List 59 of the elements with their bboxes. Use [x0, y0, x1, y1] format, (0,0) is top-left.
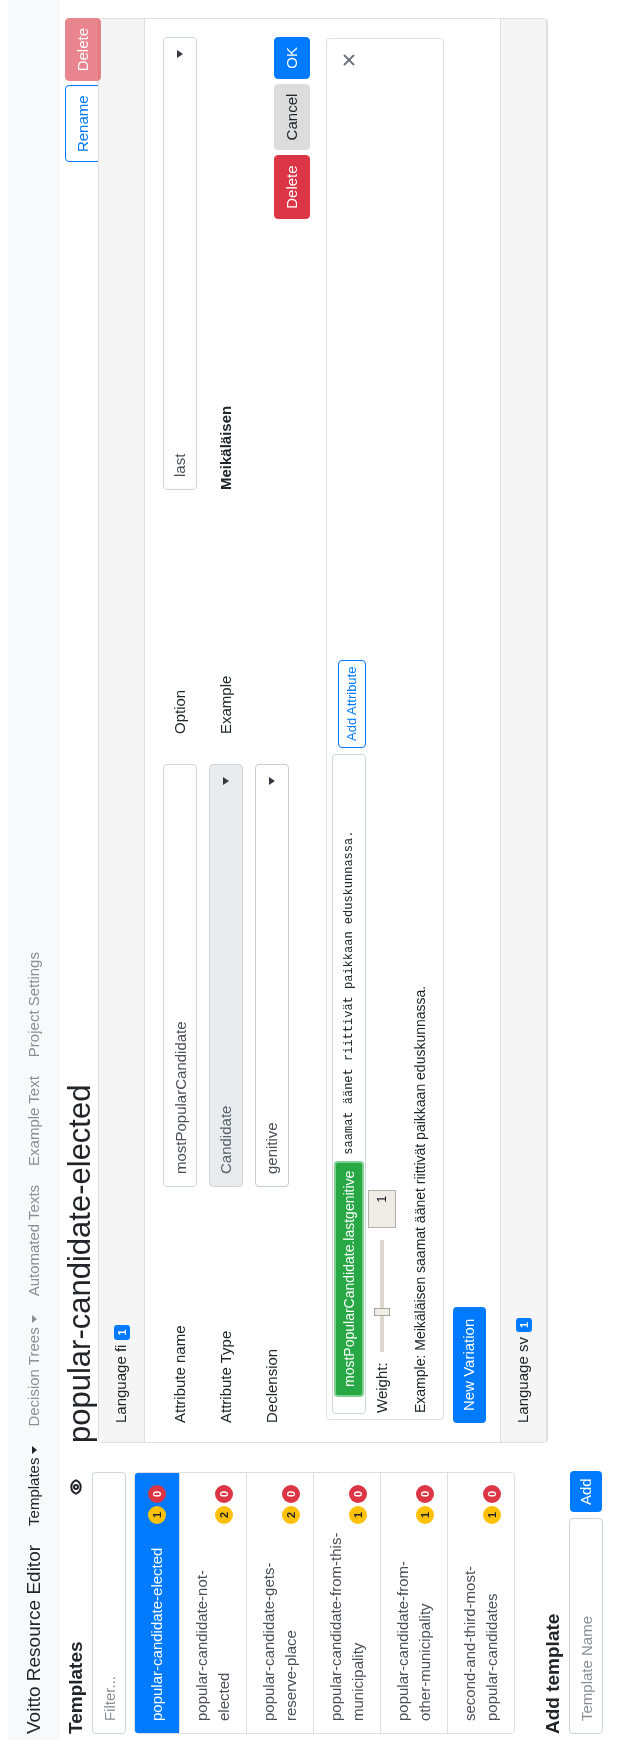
- error-count-badge: 0: [215, 1485, 233, 1503]
- caret-icon: [269, 777, 275, 785]
- variation-text-field[interactable]: mostPopularCandidate.lastgenitive saamat äänet riittivät paikkaan eduskunnassa.: [332, 754, 366, 1414]
- field-label: Declension: [261, 1347, 281, 1423]
- template-title: popular-candidate-elected: [62, 1084, 98, 1443]
- variation-text: saamat äänet riittivät paikkaan eduskunnassa.: [341, 830, 357, 1155]
- language-label: Language sv: [513, 1337, 533, 1423]
- weight-value-field[interactable]: 1: [368, 1190, 396, 1229]
- cancel-button[interactable]: Cancel: [274, 83, 310, 151]
- warning-count-badge: 1: [148, 1506, 166, 1524]
- slider-thumb[interactable]: [374, 1308, 390, 1317]
- caret-icon: [31, 1315, 37, 1324]
- warning-count-badge: 1: [416, 1506, 434, 1524]
- template-list-item[interactable]: popular-candidate-elected 1 0: [135, 1473, 180, 1733]
- new-variation-button[interactable]: New Variation: [453, 1306, 486, 1423]
- field-label: Attribute Type: [215, 1329, 235, 1423]
- template-name: popular-candidate-gets-reserve-place: [259, 1561, 300, 1721]
- warning-count-badge: 2: [215, 1506, 233, 1524]
- weight-label: Weight:: [371, 1362, 391, 1413]
- field-label: Attribute name: [169, 1324, 189, 1423]
- count-badge: 1: [113, 1325, 130, 1340]
- caret-icon: [223, 777, 229, 785]
- field-label: Option: [169, 688, 189, 734]
- template-name: popular-candidate-not-elected: [192, 1569, 233, 1721]
- language-header[interactable]: Language sv 1: [501, 19, 547, 1442]
- error-count-badge: 0: [282, 1485, 300, 1503]
- warning-count-badge: 1: [349, 1506, 367, 1524]
- add-attribute-button[interactable]: Add Attribute: [338, 659, 366, 748]
- template-name: popular-candidate-from-this-municipality: [326, 1531, 367, 1721]
- template-name: second-and-third-most-popular-candidates: [460, 1564, 501, 1721]
- example-value: Meikäläisen: [215, 405, 235, 490]
- add-template-heading: Add template: [541, 1612, 564, 1734]
- error-count-badge: 0: [349, 1485, 367, 1503]
- language-header[interactable]: Language fi 1: [99, 19, 145, 1442]
- ok-button[interactable]: OK: [274, 37, 310, 79]
- select-field[interactable]: last: [163, 37, 197, 490]
- rename-button[interactable]: Rename: [65, 85, 101, 163]
- brand-title: Voitto Resource Editor: [21, 1544, 45, 1734]
- warning-count-badge: 2: [282, 1506, 300, 1524]
- count-badge: 1: [515, 1317, 532, 1333]
- field-label: Example: [215, 674, 235, 734]
- select-field[interactable]: genitive: [255, 764, 289, 1187]
- delete-button[interactable]: Delete: [274, 155, 310, 219]
- error-count-badge: 0: [416, 1485, 434, 1503]
- error-count-badge: 0: [483, 1485, 501, 1503]
- text-field[interactable]: mostPopularCandidate: [163, 764, 197, 1187]
- template-name-field[interactable]: Template Name: [569, 1518, 603, 1734]
- caret-icon: [31, 1445, 37, 1454]
- eye-icon[interactable]: [68, 1479, 84, 1495]
- template-name: popular-candidate-elected: [147, 1546, 166, 1721]
- error-count-badge: 0: [148, 1485, 166, 1503]
- language-label: Language fi: [111, 1344, 131, 1423]
- add-button[interactable]: Add: [570, 1471, 602, 1512]
- warning-count-badge: 1: [483, 1506, 501, 1524]
- caret-icon: [177, 50, 183, 58]
- filter-field[interactable]: Filter...: [92, 1472, 126, 1734]
- example-sentence: Example: Meikäläisen saamat äänet riittivät paikkaan eduskunnassa.: [411, 984, 429, 1413]
- nav-link[interactable]: Templates: [22, 1445, 46, 1526]
- sidebar-title: Templates: [63, 1641, 87, 1734]
